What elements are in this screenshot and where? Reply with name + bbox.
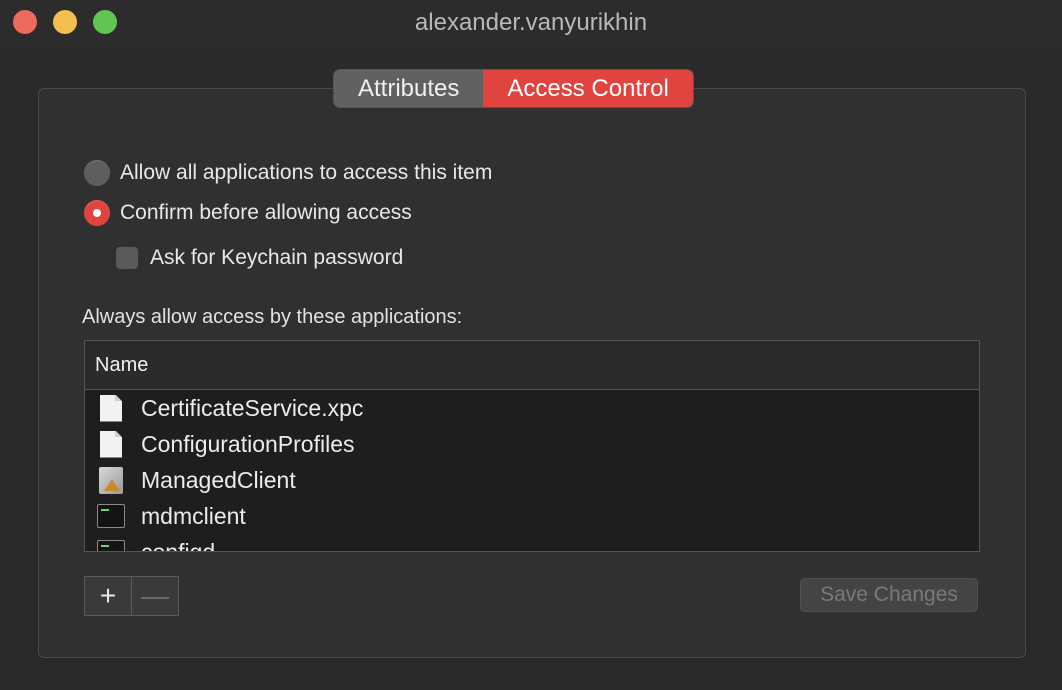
- table-row[interactable]: configd: [85, 534, 979, 552]
- ask-keychain-checkbox[interactable]: [116, 247, 138, 269]
- terminal-icon: [97, 502, 125, 530]
- add-app-button[interactable]: +: [84, 576, 132, 616]
- tab-bar: Attributes Access Control: [334, 70, 693, 107]
- allow-all-option[interactable]: Allow all applications to access this it…: [84, 160, 492, 186]
- document-icon: [97, 394, 125, 422]
- app-name: CertificateService.xpc: [141, 394, 364, 421]
- confirm-label: Confirm before allowing access: [120, 201, 412, 224]
- ask-keychain-label: Ask for Keychain password: [150, 246, 404, 269]
- apps-table[interactable]: Name CertificateService.xpc Configuratio…: [84, 340, 980, 552]
- name-column-header[interactable]: Name: [85, 341, 979, 390]
- tab-attributes[interactable]: Attributes: [334, 70, 484, 107]
- terminal-icon: [97, 538, 125, 551]
- confirm-radio[interactable]: [84, 200, 110, 226]
- apps-section-label: Always allow access by these application…: [82, 306, 463, 328]
- remove-app-button[interactable]: —: [132, 576, 179, 616]
- document-icon: [97, 430, 125, 458]
- app-name: ConfigurationProfiles: [141, 430, 355, 457]
- add-remove-buttons: + —: [84, 576, 179, 616]
- table-row[interactable]: mdmclient: [85, 498, 979, 534]
- allow-all-radio[interactable]: [84, 160, 110, 186]
- confirm-option[interactable]: Confirm before allowing access: [84, 200, 412, 226]
- table-row[interactable]: ConfigurationProfiles: [85, 426, 979, 462]
- save-changes-button[interactable]: Save Changes: [800, 578, 978, 612]
- tab-access-control[interactable]: Access Control: [483, 70, 693, 107]
- allow-all-label: Allow all applications to access this it…: [120, 161, 493, 184]
- ask-keychain-option[interactable]: Ask for Keychain password: [116, 246, 403, 270]
- window-title: alexander.vanyurikhin: [414, 9, 648, 36]
- app-name: configd: [141, 538, 216, 552]
- app-name: ManagedClient: [141, 466, 296, 493]
- app-icon: [97, 466, 125, 494]
- table-row[interactable]: ManagedClient: [85, 462, 979, 498]
- app-name: mdmclient: [141, 502, 246, 529]
- table-row[interactable]: CertificateService.xpc: [85, 390, 979, 426]
- title-bar: alexander.vanyurikhin: [0, 0, 1062, 46]
